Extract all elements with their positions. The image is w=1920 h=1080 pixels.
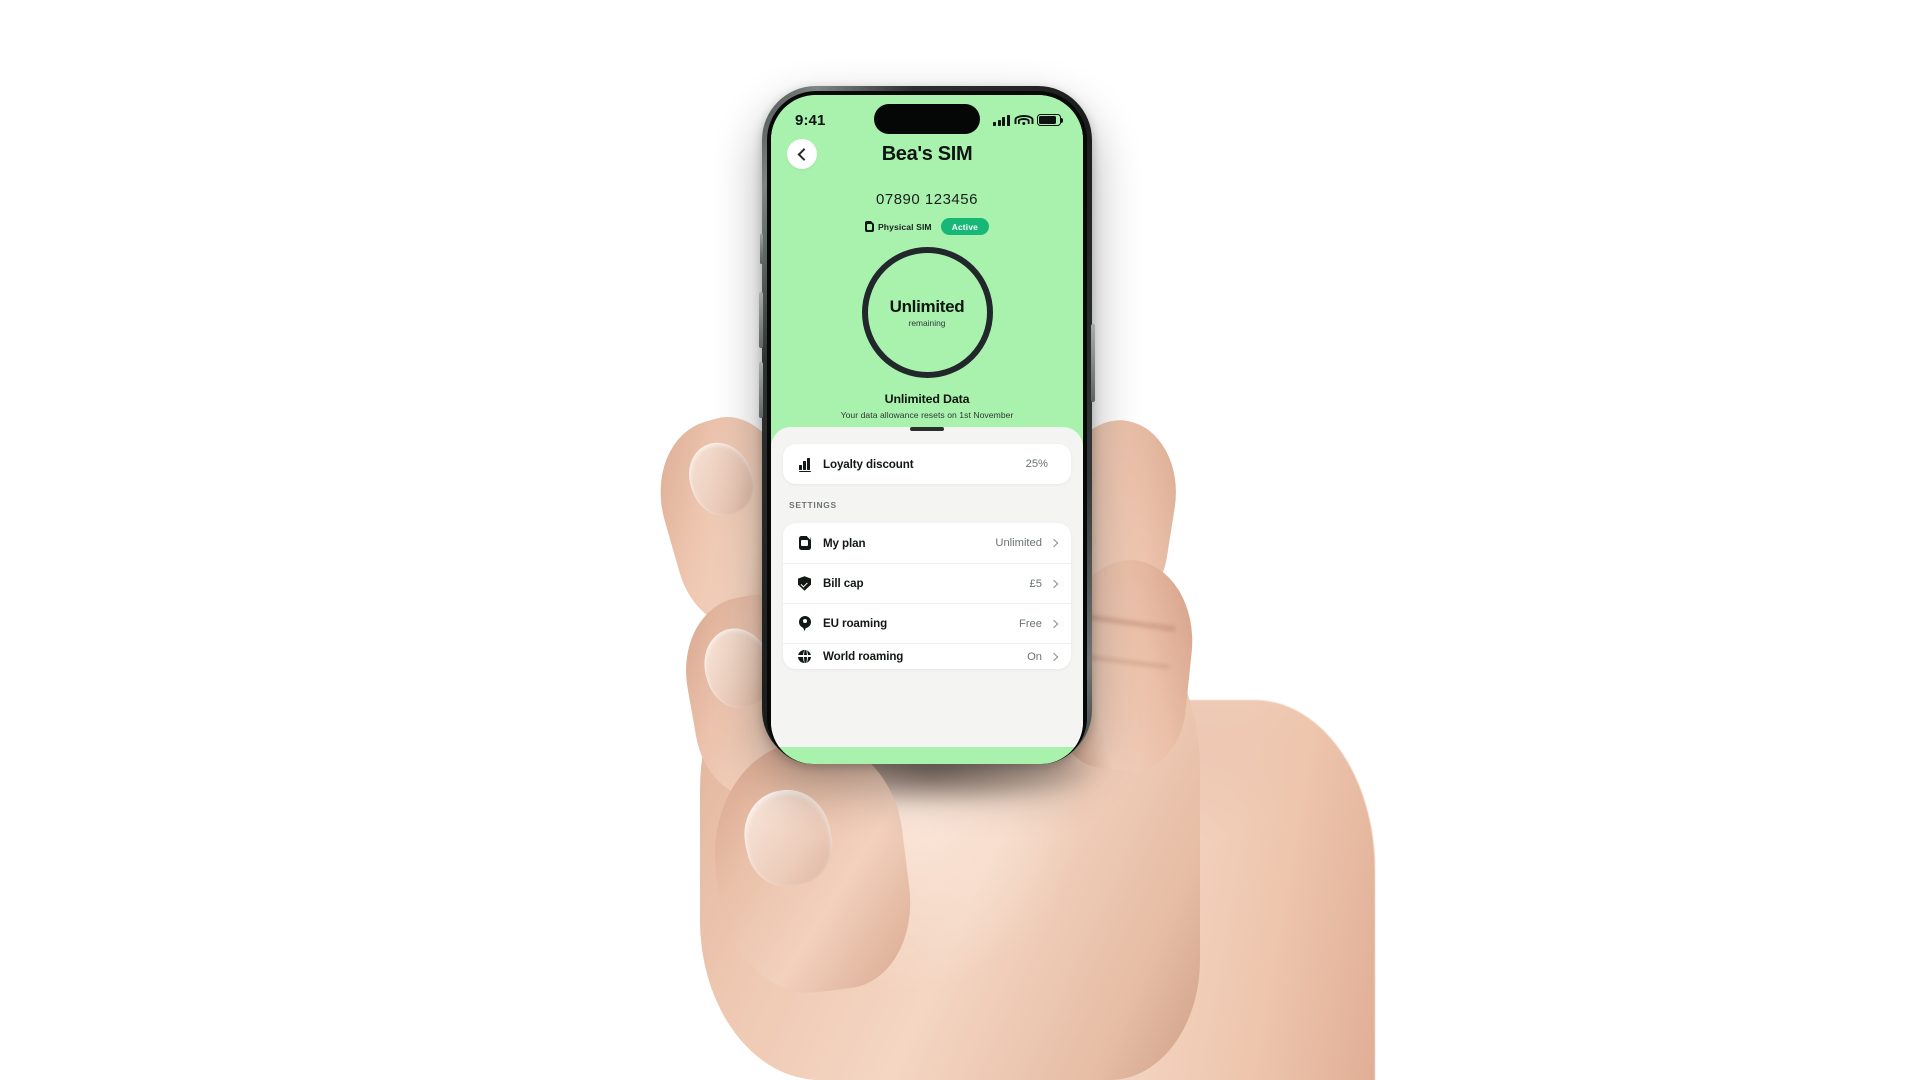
- data-remaining-caption: remaining: [908, 318, 946, 328]
- status-badge: Active: [940, 218, 990, 235]
- screenshot-canvas: 9:41 Bea's SIM 07890 123456 Physical SIM…: [0, 0, 1920, 1080]
- wifi-icon: [1014, 114, 1033, 126]
- settings-value-bill-cap: £5: [1029, 577, 1042, 590]
- map-pin-icon: [797, 616, 812, 631]
- sim-card-icon: [864, 221, 874, 232]
- bottom-sheet: Loyalty discount 25% SETTINGS My plan Un…: [771, 427, 1083, 747]
- settings-row-eu-roaming[interactable]: EU roaming Free: [783, 603, 1071, 643]
- volume-up-button[interactable]: [759, 292, 763, 348]
- chevron-right-icon: [1049, 619, 1059, 628]
- sim-type-chip: Physical SIM: [864, 221, 932, 232]
- settings-row-world-roaming[interactable]: World roaming On: [783, 643, 1071, 669]
- chevron-right-icon: [1049, 579, 1059, 588]
- settings-row-bill-cap[interactable]: Bill cap £5: [783, 563, 1071, 603]
- page-title: Bea's SIM: [881, 143, 973, 165]
- settings-card: My plan Unlimited Bill cap £5 EU roaming…: [783, 523, 1071, 669]
- chevron-left-icon: [797, 147, 810, 161]
- bar-chart-icon: [797, 457, 812, 473]
- loyalty-discount-value: 25%: [1025, 458, 1048, 470]
- settings-label-bill-cap: Bill cap: [823, 577, 864, 590]
- plan-title: Unlimited Data: [884, 392, 970, 406]
- settings-value-my-plan: Unlimited: [995, 537, 1042, 549]
- loyalty-discount-row[interactable]: Loyalty discount 25%: [783, 444, 1071, 484]
- loyalty-discount-card: Loyalty discount 25%: [783, 444, 1071, 484]
- loyalty-discount-label: Loyalty discount: [823, 457, 914, 471]
- globe-icon: [797, 649, 812, 664]
- data-usage-ring-wrapper: Unlimited remaining: [771, 247, 1083, 378]
- sim-card-icon: [797, 536, 812, 551]
- settings-label-world-roaming: World roaming: [823, 650, 904, 663]
- sim-type-label: Physical SIM: [877, 221, 932, 232]
- status-bar-time: 9:41: [795, 111, 826, 129]
- back-button[interactable]: [787, 139, 817, 169]
- smartphone-device: 9:41 Bea's SIM 07890 123456 Physical SIM…: [759, 86, 1095, 764]
- plan-reset-note: Your data allowance resets on 1st Novemb…: [840, 410, 1014, 420]
- data-remaining-value: Unlimited: [889, 297, 965, 316]
- settings-label-eu-roaming: EU roaming: [823, 617, 888, 630]
- power-button[interactable]: [1091, 324, 1095, 402]
- chevron-right-icon: [1049, 538, 1059, 548]
- status-bar-indicators: [993, 114, 1064, 126]
- status-bar: 9:41: [771, 95, 1083, 135]
- phone-screen: 9:41 Bea's SIM 07890 123456 Physical SIM…: [771, 95, 1083, 764]
- settings-section-label: SETTINGS: [789, 500, 837, 510]
- settings-value-eu-roaming: Free: [1018, 617, 1042, 630]
- settings-label-my-plan: My plan: [823, 536, 866, 550]
- phone-number: 07890 123456: [876, 191, 978, 208]
- data-usage-ring: Unlimited remaining: [861, 247, 993, 378]
- chevron-right-icon: [1049, 652, 1059, 661]
- sim-overview-header: 9:41 Bea's SIM 07890 123456 Physical SIM…: [771, 95, 1083, 420]
- shield-check-icon: [797, 576, 812, 591]
- phone-bezel: 9:41 Bea's SIM 07890 123456 Physical SIM…: [767, 91, 1087, 764]
- silent-switch[interactable]: [760, 234, 763, 264]
- settings-row-my-plan[interactable]: My plan Unlimited: [783, 523, 1071, 563]
- cellular-signal-icon: [993, 114, 1010, 126]
- volume-down-button[interactable]: [759, 362, 763, 418]
- settings-value-world-roaming: On: [1027, 650, 1042, 663]
- navigation-bar: Bea's SIM: [771, 137, 1083, 183]
- sheet-drag-handle[interactable]: [910, 427, 944, 431]
- dynamic-island: [874, 104, 980, 134]
- battery-icon: [1037, 114, 1064, 126]
- sim-meta-row: Physical SIM Active: [771, 218, 1083, 235]
